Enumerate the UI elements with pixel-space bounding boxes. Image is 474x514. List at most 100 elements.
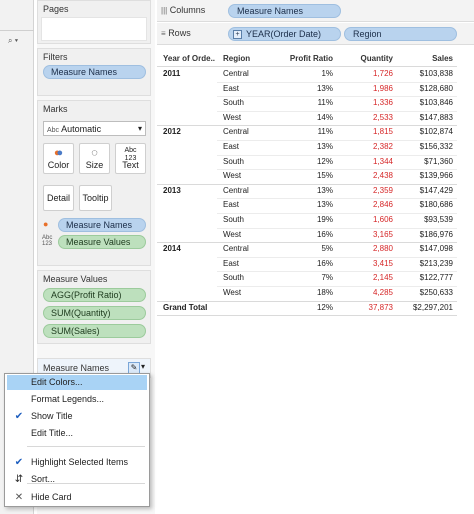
menu-item-edit-colors[interactable]: Edit Colors... xyxy=(7,375,147,390)
tooltip-button[interactable]: Tooltip xyxy=(79,185,112,211)
menu-item-edit-title[interactable]: Edit Title... xyxy=(7,426,147,441)
region-cell[interactable]: East xyxy=(223,142,239,151)
region-cell[interactable]: Central xyxy=(223,127,249,136)
quantity-cell[interactable]: 1,606 xyxy=(347,215,393,224)
quantity-cell[interactable]: 1,344 xyxy=(347,157,393,166)
region-cell[interactable]: West xyxy=(223,113,241,122)
profit-ratio-cell[interactable]: 13% xyxy=(285,200,333,209)
header-year[interactable]: Year of Orde.. xyxy=(163,54,215,63)
header-sales[interactable]: Sales xyxy=(401,54,453,63)
marks-pill-measure-values[interactable]: Measure Values xyxy=(58,235,146,249)
profit-ratio-cell[interactable]: 13% xyxy=(285,186,333,195)
region-cell[interactable]: West xyxy=(223,288,241,297)
profit-ratio-cell[interactable]: 18% xyxy=(285,288,333,297)
marks-card[interactable]: Marks Abc Automatic ▾ ●● Color ◌ Size Ab… xyxy=(37,100,151,266)
region-cell[interactable]: Central xyxy=(223,244,249,253)
quantity-cell[interactable]: 1,336 xyxy=(347,98,393,107)
quantity-cell[interactable]: 2,145 xyxy=(347,273,393,282)
measure-values-card[interactable]: Measure Values AGG(Profit Ratio) SUM(Qua… xyxy=(37,270,151,344)
sales-cell[interactable]: $102,874 xyxy=(401,127,453,136)
profit-ratio-cell[interactable]: 7% xyxy=(285,273,333,282)
header-region[interactable]: Region xyxy=(223,54,250,63)
sales-cell[interactable]: $122,777 xyxy=(401,273,453,282)
year-header-cell[interactable]: 2014 xyxy=(163,244,181,253)
marks-pill-measure-names[interactable]: Measure Names xyxy=(58,218,146,232)
region-cell[interactable]: South xyxy=(223,98,244,107)
header-profit-ratio[interactable]: Profit Ratio xyxy=(285,54,333,63)
profit-ratio-cell[interactable]: 15% xyxy=(285,171,333,180)
mark-type-dropdown[interactable]: Abc Automatic ▾ xyxy=(43,121,146,136)
quantity-cell[interactable]: 1,815 xyxy=(347,127,393,136)
region-cell[interactable]: South xyxy=(223,157,244,166)
quantity-cell[interactable]: 2,382 xyxy=(347,142,393,151)
year-header-cell[interactable]: 2011 xyxy=(163,69,180,78)
grand-total-sales[interactable]: $2,297,201 xyxy=(401,303,453,312)
sales-cell[interactable]: $103,838 xyxy=(401,69,453,78)
menu-item-highlight-selected-items[interactable]: ✔ Highlight Selected Items xyxy=(7,455,147,470)
quantity-cell[interactable]: 1,726 xyxy=(347,69,393,78)
quantity-cell[interactable]: 3,165 xyxy=(347,230,393,239)
region-cell[interactable]: South xyxy=(223,273,244,282)
profit-ratio-cell[interactable]: 11% xyxy=(285,127,333,136)
text-button[interactable]: Abc 123 Text xyxy=(115,143,146,174)
sales-cell[interactable]: $103,846 xyxy=(401,98,453,107)
columns-shelf[interactable]: ||| Columns Measure Names xyxy=(157,0,474,22)
quantity-cell[interactable]: 2,880 xyxy=(347,244,393,253)
profit-ratio-cell[interactable]: 5% xyxy=(285,244,333,253)
sales-cell[interactable]: $147,098 xyxy=(401,244,453,253)
profit-ratio-cell[interactable]: 19% xyxy=(285,215,333,224)
region-cell[interactable]: Central xyxy=(223,69,249,78)
pages-card[interactable]: Pages xyxy=(37,0,151,44)
sales-cell[interactable]: $180,686 xyxy=(401,200,453,209)
quantity-cell[interactable]: 2,533 xyxy=(347,113,393,122)
sales-cell[interactable]: $156,332 xyxy=(401,142,453,151)
menu-item-sort[interactable]: ⇵ Sort... xyxy=(7,472,147,487)
grand-total-quantity[interactable]: 37,873 xyxy=(347,303,393,312)
sales-cell[interactable]: $128,680 xyxy=(401,84,453,93)
year-header-cell[interactable]: 2012 xyxy=(163,127,181,136)
measure-pill-sales[interactable]: SUM(Sales) xyxy=(43,324,146,338)
profit-ratio-cell[interactable]: 12% xyxy=(285,157,333,166)
profit-ratio-cell[interactable]: 1% xyxy=(285,69,333,78)
sales-cell[interactable]: $71,360 xyxy=(401,157,453,166)
grand-total-profit-ratio[interactable]: 12% xyxy=(285,303,333,312)
menu-item-hide-card[interactable]: ✕ Hide Card xyxy=(7,490,147,505)
sales-cell[interactable]: $186,976 xyxy=(401,230,453,239)
detail-button[interactable]: Detail xyxy=(43,185,74,211)
color-button[interactable]: ●● Color xyxy=(43,143,74,174)
quantity-cell[interactable]: 4,285 xyxy=(347,288,393,297)
rows-pill-year-order-date[interactable]: + YEAR(Order Date) xyxy=(228,27,341,41)
filter-pill-measure-names[interactable]: Measure Names xyxy=(43,65,146,79)
quantity-cell[interactable]: 3,415 xyxy=(347,259,393,268)
year-header-cell[interactable]: 2013 xyxy=(163,186,181,195)
rows-shelf[interactable]: ≡ Rows + YEAR(Order Date) Region xyxy=(157,23,474,45)
sales-cell[interactable]: $213,239 xyxy=(401,259,453,268)
quantity-cell[interactable]: 2,438 xyxy=(347,171,393,180)
region-cell[interactable]: East xyxy=(223,84,239,93)
sales-cell[interactable]: $93,539 xyxy=(401,215,453,224)
profit-ratio-cell[interactable]: 16% xyxy=(285,230,333,239)
sales-cell[interactable]: $139,966 xyxy=(401,171,453,180)
profit-ratio-cell[interactable]: 14% xyxy=(285,113,333,122)
measure-pill-quantity[interactable]: SUM(Quantity) xyxy=(43,306,146,320)
profit-ratio-cell[interactable]: 13% xyxy=(285,84,333,93)
pages-drop-area[interactable] xyxy=(41,17,147,41)
sales-cell[interactable]: $147,883 xyxy=(401,113,453,122)
columns-pill-measure-names[interactable]: Measure Names xyxy=(228,4,341,18)
legend-context-menu[interactable]: Edit Colors... Format Legends... ✔ Show Tit… xyxy=(4,373,150,507)
quantity-cell[interactable]: 1,986 xyxy=(347,84,393,93)
region-cell[interactable]: East xyxy=(223,200,239,209)
region-cell[interactable]: Central xyxy=(223,186,249,195)
region-cell[interactable]: South xyxy=(223,215,244,224)
size-button[interactable]: ◌ Size xyxy=(79,143,110,174)
sales-cell[interactable]: $147,429 xyxy=(401,186,453,195)
quantity-cell[interactable]: 2,359 xyxy=(347,186,393,195)
crosstab-view[interactable]: Year of Orde.. Region Profit Ratio Quant… xyxy=(157,48,474,514)
filters-card[interactable]: Filters Measure Names xyxy=(37,48,151,96)
menu-item-format-legends[interactable]: Format Legends... xyxy=(7,392,147,407)
profit-ratio-cell[interactable]: 11% xyxy=(285,98,333,107)
header-quantity[interactable]: Quantity xyxy=(347,54,393,63)
rows-pill-region[interactable]: Region xyxy=(344,27,457,41)
profit-ratio-cell[interactable]: 16% xyxy=(285,259,333,268)
sales-cell[interactable]: $250,633 xyxy=(401,288,453,297)
